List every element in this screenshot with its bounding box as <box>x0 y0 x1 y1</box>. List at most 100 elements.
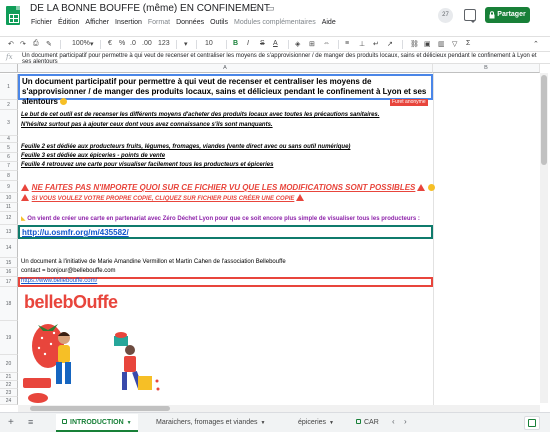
row-header-16[interactable]: 16 <box>0 268 18 277</box>
row-header-9[interactable]: 9 <box>0 181 18 193</box>
tabs-scroll-left-icon[interactable]: ‹ <box>392 417 395 426</box>
row-header-15[interactable]: 15 <box>0 258 18 268</box>
column-header-a[interactable]: A <box>18 64 433 73</box>
vertical-scroll-thumb[interactable] <box>541 75 547 165</box>
row-header-22[interactable]: 22 <box>0 381 18 389</box>
cell-a13-map-link[interactable]: http://u.osmfr.org/m/435582/ <box>18 225 433 239</box>
fill-color-icon[interactable]: ◈ <box>295 40 300 48</box>
cell-a6[interactable]: Feuille 3 est dédiée aux épiceries - poi… <box>21 153 165 159</box>
comment-icon[interactable]: ▣ <box>424 40 431 48</box>
print-icon[interactable]: ⎙ <box>33 40 39 48</box>
cell-a10[interactable]: SI VOUS VOULEZ VOTRE PROPRE COPIE, CLIQU… <box>21 194 305 202</box>
row-header-24[interactable]: 24 <box>0 397 18 405</box>
chart-icon[interactable]: ▥ <box>438 40 445 48</box>
menu-tools[interactable]: Outils <box>210 19 228 26</box>
row-header-20[interactable]: 20 <box>0 355 18 373</box>
menu-file[interactable]: Fichier <box>31 19 52 26</box>
chevron-down-icon[interactable]: ▼ <box>127 420 132 426</box>
website-link[interactable]: https://www.bellebouffe.com/ <box>21 278 97 284</box>
row-header-13[interactable]: 13 <box>0 225 18 239</box>
currency-button[interactable]: € <box>108 40 112 47</box>
cell-a1-selected[interactable]: Un document participatif pour permettre … <box>18 74 433 106</box>
filter-icon[interactable]: ▽ <box>452 40 457 48</box>
formula-input[interactable]: Un document participatif pour permettre … <box>22 53 542 63</box>
strikethrough-button[interactable]: S <box>260 40 265 47</box>
row-header-10[interactable]: 10 <box>0 193 18 203</box>
chevron-down-icon[interactable]: ▼ <box>261 420 266 426</box>
row-header-4[interactable]: 4 <box>0 136 18 143</box>
sheets-logo-icon[interactable] <box>6 6 20 25</box>
cell-a3-line1[interactable]: Le but de cet outil est de recenser les … <box>21 112 379 118</box>
paint-format-icon[interactable]: ✎ <box>46 40 52 48</box>
menu-format[interactable]: Format <box>148 19 170 26</box>
merge-cells-icon[interactable]: ⇔ <box>323 40 330 47</box>
row-header-14[interactable]: 14 <box>0 239 18 258</box>
cell-a3-line2[interactable]: N'hésitez surtout pas à ajouter ceux don… <box>21 122 273 128</box>
row-header-11[interactable]: 11 <box>0 203 18 212</box>
collapse-menu-icon[interactable]: ⌃ <box>533 40 539 48</box>
row-header-18[interactable]: 18 <box>0 287 18 321</box>
row-header-7[interactable]: 7 <box>0 162 18 171</box>
tab-maraichers[interactable]: Maraichers, fromages et viandes ▼ <box>150 414 272 432</box>
cell-a5[interactable]: Feuille 2 est dédiée aux producteurs fru… <box>21 144 350 150</box>
wrap-icon[interactable]: ↵ <box>373 40 379 48</box>
percent-button[interactable]: % <box>119 40 125 47</box>
menu-view[interactable]: Afficher <box>85 19 109 26</box>
menu-help[interactable]: Aide <box>322 19 336 26</box>
increase-decimals-button[interactable]: .00 <box>142 40 152 47</box>
row-header-2[interactable]: 2 <box>0 100 18 110</box>
cell-a12[interactable]: ◣ On vient de créer une carte en partena… <box>21 215 420 222</box>
number-format-button[interactable]: 123 <box>158 40 170 47</box>
tab-introduction[interactable]: INTRODUCTION ▼ <box>56 414 138 432</box>
menu-edit[interactable]: Édition <box>58 19 79 26</box>
chevron-down-icon[interactable]: ▼ <box>329 420 334 426</box>
cell-a7[interactable]: Feuille 4 retrouvez une carte pour visua… <box>21 162 273 168</box>
document-title[interactable]: DE LA BONNE BOUFFE (même) EN CONFINEMENT <box>30 3 270 14</box>
horizontal-scrollbar[interactable] <box>18 405 540 412</box>
decrease-decimals-button[interactable]: .0 <box>130 40 136 47</box>
tabs-scroll-right-icon[interactable]: › <box>404 417 407 426</box>
vertical-scrollbar[interactable] <box>540 73 548 403</box>
star-icon[interactable]: ☆ <box>252 3 260 14</box>
row-header-19[interactable]: 19 <box>0 321 18 355</box>
italic-button[interactable]: I <box>247 40 249 47</box>
chevron-down-icon[interactable]: ▾ <box>90 40 94 48</box>
row-header-5[interactable]: 5 <box>0 143 18 153</box>
rotate-text-icon[interactable]: ↗ <box>387 40 393 48</box>
functions-button[interactable]: Σ <box>466 40 470 47</box>
row-header-21[interactable]: 21 <box>0 373 18 381</box>
text-color-button[interactable]: A <box>273 40 278 47</box>
menu-addons[interactable]: Modules complémentaires <box>234 19 316 26</box>
horizontal-scroll-thumb[interactable] <box>30 406 170 411</box>
row-header-6[interactable]: 6 <box>0 153 18 162</box>
row-header-8[interactable]: 8 <box>0 171 18 181</box>
zoom-select[interactable]: 100% <box>72 40 90 47</box>
tab-carte[interactable]: CAR <box>350 414 385 432</box>
tab-epiceries[interactable]: épiceries ▼ <box>292 414 340 432</box>
map-link[interactable]: http://u.osmfr.org/m/435582/ <box>22 228 129 237</box>
valign-icon[interactable]: ⊥ <box>359 40 365 48</box>
column-header-b[interactable]: B <box>433 64 540 73</box>
bold-button[interactable]: B <box>233 40 238 47</box>
redo-icon[interactable]: ↷ <box>20 40 26 48</box>
move-to-folder-icon[interactable]: ▭ <box>266 3 275 14</box>
cell-a16[interactable]: contact = bonjour@bellebouffe.com <box>21 268 116 274</box>
share-button[interactable]: Partager <box>485 7 530 23</box>
menu-insert[interactable]: Insertion <box>115 19 142 26</box>
row-header-3[interactable]: 3 <box>0 110 18 136</box>
all-sheets-icon[interactable]: ≡ <box>28 417 33 427</box>
row-header-17[interactable]: 17 <box>0 277 18 287</box>
cell-a15[interactable]: Un document à l'initiative de Marie Aman… <box>21 259 286 265</box>
formula-bar[interactable]: fx Un document participatif pour permett… <box>0 52 550 64</box>
explore-button[interactable] <box>524 416 540 430</box>
row-header-23[interactable]: 23 <box>0 389 18 397</box>
font-size-select[interactable]: 10 <box>205 40 213 47</box>
borders-icon[interactable]: ⊞ <box>309 40 315 48</box>
row-header-1[interactable]: 1 <box>0 74 18 100</box>
cell-a9[interactable]: NE FAITES PAS N'IMPORTE QUOI SUR CE FICH… <box>21 183 435 192</box>
row-header-12[interactable]: 12 <box>0 212 18 225</box>
align-left-icon[interactable]: ≡ <box>345 40 349 47</box>
menu-data[interactable]: Données <box>176 19 204 26</box>
font-select[interactable]: ▾ <box>184 40 188 48</box>
comment-history-icon[interactable] <box>464 9 476 23</box>
